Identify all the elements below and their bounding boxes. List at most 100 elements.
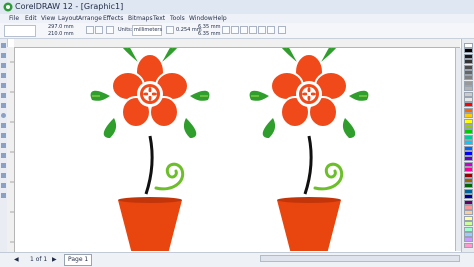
palette-swatch[interactable] — [464, 210, 473, 216]
palette-swatch[interactable] — [464, 53, 473, 59]
palette-swatch[interactable] — [464, 75, 473, 81]
menu-tools[interactable]: Tools — [170, 14, 185, 23]
menu-effects[interactable]: Effects — [103, 14, 123, 23]
ellipse-tool-icon[interactable] — [1, 113, 6, 118]
color-palette — [461, 39, 474, 252]
horizontal-ruler[interactable] — [14, 39, 460, 54]
duplicate-x-field[interactable]: 6.35 mm — [198, 24, 220, 30]
polygon-tool-icon[interactable] — [1, 123, 6, 128]
treat-as-filled-icon[interactable] — [231, 26, 239, 34]
zoom-icon[interactable] — [278, 26, 286, 34]
fill-tool-icon[interactable] — [1, 183, 6, 188]
menu-arrange[interactable]: Arrange — [78, 14, 102, 23]
palette-swatch[interactable] — [464, 172, 473, 178]
options-icon[interactable] — [240, 26, 248, 34]
palette-swatch[interactable] — [464, 102, 473, 108]
menu-text[interactable]: Text — [153, 14, 165, 23]
palette-swatch[interactable] — [464, 226, 473, 232]
units-value: millimeters — [134, 27, 163, 33]
menu-file[interactable]: File — [9, 14, 19, 23]
palette-swatch[interactable] — [464, 188, 473, 194]
height-field[interactable]: 210.0 mm — [48, 31, 74, 37]
palette-swatch[interactable] — [464, 86, 473, 92]
landscape-icon[interactable] — [95, 26, 103, 34]
palette-swatch[interactable] — [464, 48, 473, 54]
pick-tool-icon[interactable] — [1, 43, 6, 48]
palette-swatch[interactable] — [464, 167, 473, 173]
rectangle-tool-icon[interactable] — [1, 103, 6, 108]
drawing-canvas[interactable] — [15, 32, 461, 260]
flower-pot-right — [248, 32, 370, 260]
palette-swatch[interactable] — [464, 43, 473, 48]
palette-swatch[interactable] — [464, 118, 473, 124]
snap-icon[interactable] — [222, 26, 230, 34]
shape-tool-icon[interactable] — [1, 53, 6, 58]
flower-pot-left — [89, 32, 211, 260]
palette-swatch[interactable] — [464, 205, 473, 210]
palette-swatch[interactable] — [464, 64, 473, 70]
ruler-ticks-vertical — [10, 61, 14, 243]
grid-icon[interactable] — [249, 26, 257, 34]
page-counter: 1 of 1 — [30, 256, 48, 263]
palette-swatch[interactable] — [464, 237, 473, 243]
dynamic-guides-icon[interactable] — [267, 26, 275, 34]
zoom-tool-icon[interactable] — [1, 73, 6, 78]
palette-swatch[interactable] — [464, 134, 473, 140]
paper-size-dropdown[interactable] — [4, 25, 36, 37]
palette-swatch[interactable] — [464, 140, 473, 146]
guidelines-icon[interactable] — [258, 26, 266, 34]
page-nav-first-icon[interactable]: ◀ — [14, 253, 19, 267]
palette-swatch[interactable] — [464, 113, 473, 119]
palette-swatch[interactable] — [464, 151, 473, 156]
palette-swatch[interactable] — [464, 59, 473, 65]
palette-swatch[interactable] — [464, 221, 473, 227]
page-nav-next-icon[interactable]: ▶ — [52, 253, 57, 267]
palette-swatch[interactable] — [464, 91, 473, 97]
palette-swatch[interactable] — [464, 70, 473, 75]
palette-swatch[interactable] — [464, 194, 473, 200]
palette-swatch[interactable] — [464, 129, 473, 135]
palette-swatch[interactable] — [464, 156, 473, 162]
palette-swatch[interactable] — [464, 80, 473, 86]
palette-swatch[interactable] — [464, 232, 473, 237]
palette-swatch[interactable] — [464, 97, 473, 102]
window-title: CorelDRAW 12 - [Graphic1] — [15, 2, 124, 11]
title-bar: CorelDRAW 12 - [Graphic1] — [0, 0, 474, 15]
property-bar: 297.0 mm 210.0 mm Units: millimeters 0.2… — [0, 23, 474, 39]
palette-swatch[interactable] — [464, 145, 473, 151]
eyedropper-tool-icon[interactable] — [1, 163, 6, 168]
menu-help[interactable]: Help — [213, 14, 227, 23]
menu-layout[interactable]: Layout — [58, 14, 78, 23]
page-tab[interactable]: Page 1 — [64, 254, 93, 266]
interactive-blend-tool-icon[interactable] — [1, 153, 6, 158]
palette-swatch[interactable] — [464, 161, 473, 167]
outline-tool-icon[interactable] — [1, 173, 6, 178]
smart-fill-tool-icon[interactable] — [1, 93, 6, 98]
vertical-ruler[interactable] — [7, 47, 15, 252]
duplicate-y-field[interactable]: 6.35 mm — [198, 31, 220, 37]
palette-swatch[interactable] — [464, 178, 473, 183]
coreldraw-app-icon — [3, 2, 13, 12]
palette-swatch[interactable] — [464, 183, 473, 189]
basic-shapes-tool-icon[interactable] — [1, 133, 6, 138]
palette-swatch[interactable] — [464, 215, 473, 221]
crop-tool-icon[interactable] — [1, 63, 6, 68]
menu-edit[interactable]: Edit — [25, 14, 37, 23]
portrait-icon[interactable] — [86, 26, 94, 34]
horizontal-scrollbar[interactable] — [260, 255, 460, 262]
palette-swatch[interactable] — [464, 124, 473, 129]
text-tool-icon[interactable] — [1, 143, 6, 148]
menu-bitmaps[interactable]: Bitmaps — [128, 14, 153, 23]
palette-swatch[interactable] — [464, 107, 473, 113]
units-label: Units: — [118, 27, 133, 33]
menu-view[interactable]: View — [41, 14, 55, 23]
menu-window[interactable]: Window — [189, 14, 213, 23]
width-field[interactable]: 297.0 mm — [48, 24, 74, 30]
artwork — [89, 32, 370, 260]
nudge-icon — [166, 26, 174, 34]
freehand-tool-icon[interactable] — [1, 83, 6, 88]
palette-swatch[interactable] — [464, 242, 473, 248]
palette-swatch[interactable] — [464, 199, 473, 205]
all-pages-icon[interactable] — [106, 26, 114, 34]
interactive-fill-tool-icon[interactable] — [1, 193, 6, 198]
